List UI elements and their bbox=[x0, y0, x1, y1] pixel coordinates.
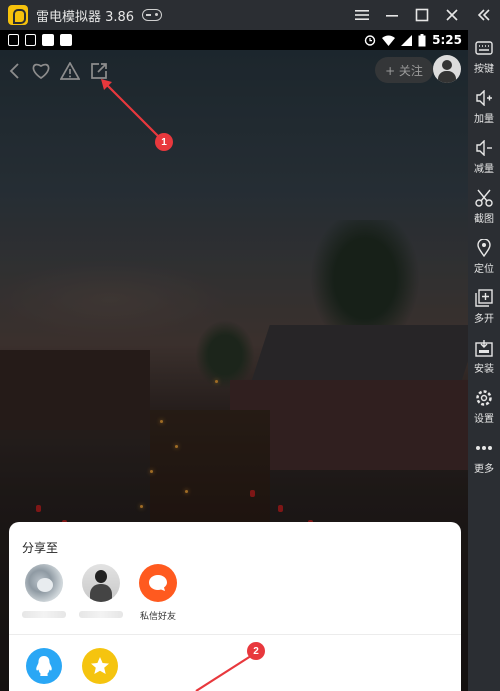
annotation-label: 1 bbox=[161, 136, 167, 148]
annotation-badge-2: 2 bbox=[247, 642, 265, 660]
annotation-arrow-1 bbox=[105, 83, 161, 139]
annotation-label: 2 bbox=[253, 645, 259, 657]
annotation-badge-1: 1 bbox=[155, 133, 173, 151]
annotation-arrow-2 bbox=[195, 653, 255, 691]
annotation-arrows bbox=[101, 79, 255, 691]
